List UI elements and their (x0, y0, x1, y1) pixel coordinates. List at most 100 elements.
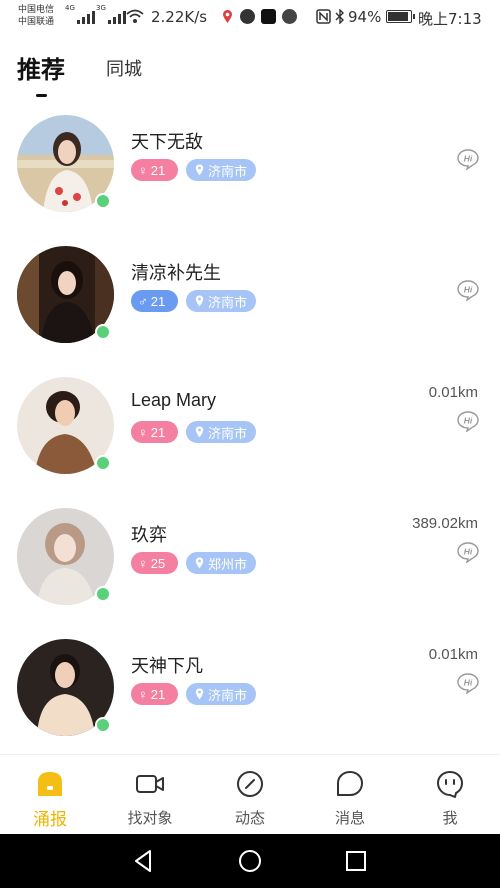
list-item[interactable]: 玖弈 ♀ 25 郑州市 389.02km Hi (0, 501, 500, 632)
carrier-info: 中国电信 中国联通 (18, 4, 54, 28)
tab-same-city[interactable]: 同城 (106, 55, 142, 81)
tab-recommend[interactable]: 推荐 (17, 50, 65, 85)
age-value: 21 (150, 686, 166, 702)
age-badge: ♀ 21 (131, 421, 178, 443)
bottom-nav: 涌报 找对象 动态 消息 我 (0, 754, 500, 834)
back-icon[interactable] (130, 847, 158, 875)
list-item[interactable]: 天神下凡 ♀ 21 济南市 0.01km Hi (0, 632, 500, 763)
location-icon (195, 295, 204, 307)
user-name: 玖弈 (131, 525, 167, 545)
list-item[interactable]: Leap Mary ♀ 21 济南市 0.01km Hi (0, 370, 500, 501)
bluetooth-icon (335, 9, 344, 24)
user-badges: ♀ 25 郑州市 (131, 552, 257, 574)
list-item[interactable]: 清凉补先生 ♂ 21 济南市 Hi (0, 239, 500, 370)
age-value: 25 (150, 555, 166, 571)
battery-icon (386, 10, 415, 23)
nav-label: 消息 (334, 809, 365, 827)
nav-find-partner[interactable]: 找对象 (100, 755, 200, 834)
say-hi-button[interactable]: Hi (456, 148, 480, 170)
user-name: Leap Mary (131, 390, 217, 410)
distance: 0.01km (428, 646, 478, 663)
system-nav-bar (0, 834, 500, 888)
hi-text: Hi (464, 547, 473, 557)
online-indicator (95, 324, 111, 340)
age-value: 21 (150, 293, 166, 309)
age-value: 21 (150, 424, 166, 440)
female-icon: ♀ (138, 555, 148, 571)
age-badge: ♀ 21 (131, 159, 178, 181)
network-speed: 2.22K/s (151, 8, 208, 26)
recent-apps-icon[interactable] (342, 847, 370, 875)
user-name: 天下无敌 (131, 132, 203, 152)
say-hi-button[interactable]: Hi (456, 279, 480, 301)
face-icon (437, 771, 463, 798)
tab-indicator (36, 94, 47, 97)
signal-1-icon: 4G (65, 4, 95, 24)
user-list: 天下无敌 ♀ 21 济南市 Hi 清凉补先生 ♂ 21 济南市 Hi Leap … (0, 108, 500, 763)
location-icon (195, 557, 204, 569)
network-type-1: 4G (65, 4, 75, 12)
nav-label: 涌报 (33, 810, 67, 830)
nav-home[interactable]: 涌报 (0, 755, 100, 834)
location-icon (195, 164, 204, 176)
list-item[interactable]: 天下无敌 ♀ 21 济南市 Hi (0, 108, 500, 239)
wifi-icon (126, 9, 144, 23)
location-icon (195, 688, 204, 700)
city-name: 济南市 (208, 688, 248, 704)
female-icon: ♀ (138, 686, 148, 702)
city-name: 济南市 (208, 295, 248, 311)
carrier-2: 中国联通 (18, 17, 55, 27)
tiktok-icon (261, 9, 276, 24)
age-value: 21 (150, 162, 166, 178)
say-hi-button[interactable]: Hi (456, 672, 480, 694)
home-button-icon[interactable] (236, 847, 264, 875)
hi-text: Hi (464, 416, 473, 426)
app-notification-icon (282, 9, 297, 24)
distance: 0.01km (428, 384, 478, 401)
online-indicator (95, 455, 111, 471)
say-hi-button[interactable]: Hi (456, 410, 480, 432)
hi-text: Hi (464, 285, 473, 295)
online-indicator (95, 586, 111, 602)
user-badges: ♀ 21 济南市 (131, 159, 257, 181)
online-indicator (95, 717, 111, 733)
age-badge: ♀ 21 (131, 683, 178, 705)
carrier-1: 中国电信 (18, 5, 55, 15)
nav-label: 我 (442, 809, 458, 827)
app-notification-icon (240, 9, 255, 24)
signal-2-icon: 3G (96, 4, 126, 24)
city-name: 济南市 (208, 164, 248, 180)
city-name: 郑州市 (208, 557, 248, 573)
top-tabs: 推荐 同城 (0, 34, 500, 106)
status-bar: 中国电信 中国联通 4G 3G 2.22K/s 94% 晚上7:13 (0, 0, 500, 34)
female-icon: ♀ (138, 424, 148, 440)
user-name: 天神下凡 (131, 656, 203, 676)
female-icon: ♀ (138, 162, 148, 178)
hi-text: Hi (464, 678, 473, 688)
clock: 晚上7:13 (418, 10, 482, 28)
home-icon (38, 772, 62, 796)
message-icon (337, 771, 363, 796)
city-badge: 济南市 (186, 290, 257, 312)
hi-text: Hi (464, 154, 473, 164)
user-badges: ♂ 21 济南市 (131, 290, 257, 312)
battery-percent: 94% (348, 8, 382, 26)
city-badge: 济南市 (186, 159, 257, 181)
city-name: 济南市 (208, 426, 248, 442)
nav-me[interactable]: 我 (400, 755, 500, 834)
say-hi-button[interactable]: Hi (456, 541, 480, 563)
age-badge: ♂ 21 (131, 290, 178, 312)
user-badges: ♀ 21 济南市 (131, 683, 257, 705)
compass-icon (237, 771, 263, 797)
nav-messages[interactable]: 消息 (300, 755, 400, 834)
network-type-2: 3G (96, 4, 106, 12)
nav-label: 动态 (234, 809, 265, 827)
distance: 389.02km (412, 515, 478, 532)
video-icon (136, 775, 164, 793)
location-pin-icon (223, 10, 232, 23)
nav-moments[interactable]: 动态 (200, 755, 300, 834)
online-indicator (95, 193, 111, 209)
male-icon: ♂ (138, 293, 148, 309)
city-badge: 郑州市 (186, 552, 257, 574)
city-badge: 济南市 (186, 683, 257, 705)
